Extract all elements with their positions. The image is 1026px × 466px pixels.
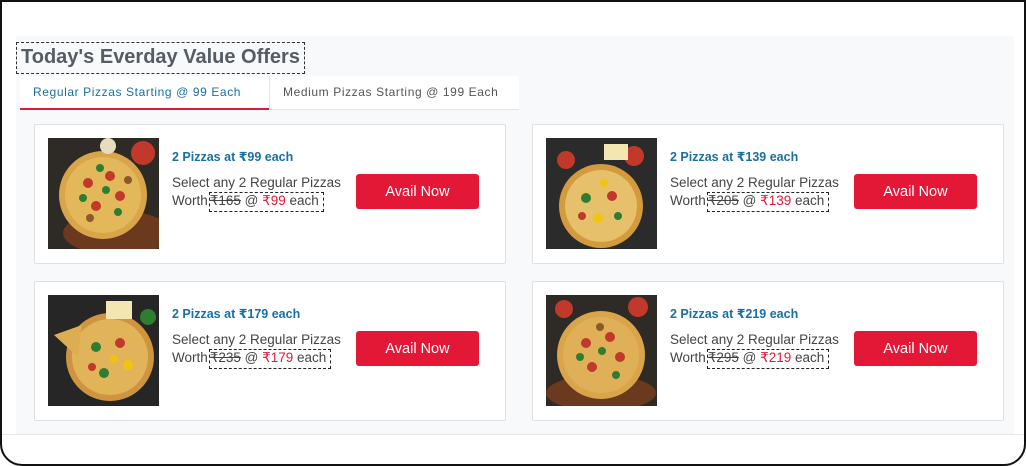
price-line: ₹165 @ ₹99 each: [208, 192, 324, 212]
tab-regular-pizzas[interactable]: Regular Pizzas Starting @ 99 Each: [20, 76, 269, 110]
offer-title: 2 Pizzas at ₹139 each: [670, 150, 799, 164]
price-line: ₹205 @ ₹139 each: [706, 192, 830, 212]
offer-worth: Worth ₹235 @ ₹179 each: [172, 349, 332, 369]
pizza-image: [48, 138, 159, 249]
avail-now-button[interactable]: Avail Now: [356, 174, 479, 209]
pizza-image: [48, 295, 159, 406]
avail-now-button[interactable]: Avail Now: [854, 331, 977, 366]
page-frame: Today's Everday Value Offers Regular Piz…: [0, 0, 1026, 466]
worth-label: Worth: [670, 193, 706, 208]
pizza-image: [546, 138, 657, 249]
new-price: ₹219: [760, 350, 792, 365]
worth-label: Worth: [670, 350, 706, 365]
new-price: ₹139: [760, 193, 792, 208]
pizza-image: [546, 295, 657, 406]
offer-card: 2 Pizzas at ₹219 each Select any 2 Regul…: [532, 281, 1004, 421]
offer-title: 2 Pizzas at ₹219 each: [670, 307, 799, 321]
each-label: each: [289, 193, 319, 208]
price-line: ₹295 @ ₹219 each: [706, 349, 830, 369]
offer-description: Select any 2 Regular Pizzas: [172, 332, 341, 347]
each-label: each: [297, 350, 327, 365]
each-label: each: [795, 193, 825, 208]
offer-title: 2 Pizzas at ₹179 each: [172, 307, 301, 321]
offer-tabs: Regular Pizzas Starting @ 99 Each Medium…: [20, 76, 519, 110]
offer-worth: Worth ₹165 @ ₹99 each: [172, 192, 324, 212]
worth-label: Worth: [172, 350, 208, 365]
offer-description: Select any 2 Regular Pizzas: [172, 175, 341, 190]
offer-card: 2 Pizzas at ₹99 each Select any 2 Regula…: [34, 124, 506, 264]
offer-description: Select any 2 Regular Pizzas: [670, 175, 839, 190]
price-line: ₹235 @ ₹179 each: [208, 349, 332, 369]
old-price: ₹235: [209, 350, 241, 365]
each-label: each: [795, 350, 825, 365]
at-symbol: @: [244, 193, 259, 208]
new-price: ₹179: [262, 350, 294, 365]
divider: [2, 434, 1024, 435]
page-title: Today's Everday Value Offers: [16, 42, 305, 74]
offer-worth: Worth ₹295 @ ₹219 each: [670, 349, 830, 369]
avail-now-button[interactable]: Avail Now: [356, 331, 479, 366]
offer-card: 2 Pizzas at ₹139 each Select any 2 Regul…: [532, 124, 1004, 264]
at-symbol: @: [742, 350, 757, 365]
at-symbol: @: [244, 350, 259, 365]
offer-card: 2 Pizzas at ₹179 each Select any 2 Regul…: [34, 281, 506, 421]
new-price: ₹99: [262, 193, 286, 208]
worth-label: Worth: [172, 193, 208, 208]
old-price: ₹295: [707, 350, 739, 365]
old-price: ₹205: [707, 193, 739, 208]
offer-worth: Worth ₹205 @ ₹139 each: [670, 192, 830, 212]
old-price: ₹165: [209, 193, 241, 208]
tab-medium-pizzas[interactable]: Medium Pizzas Starting @ 199 Each: [269, 76, 519, 110]
offer-title: 2 Pizzas at ₹99 each: [172, 150, 294, 164]
avail-now-button[interactable]: Avail Now: [854, 174, 977, 209]
at-symbol: @: [742, 193, 757, 208]
offer-description: Select any 2 Regular Pizzas: [670, 332, 839, 347]
